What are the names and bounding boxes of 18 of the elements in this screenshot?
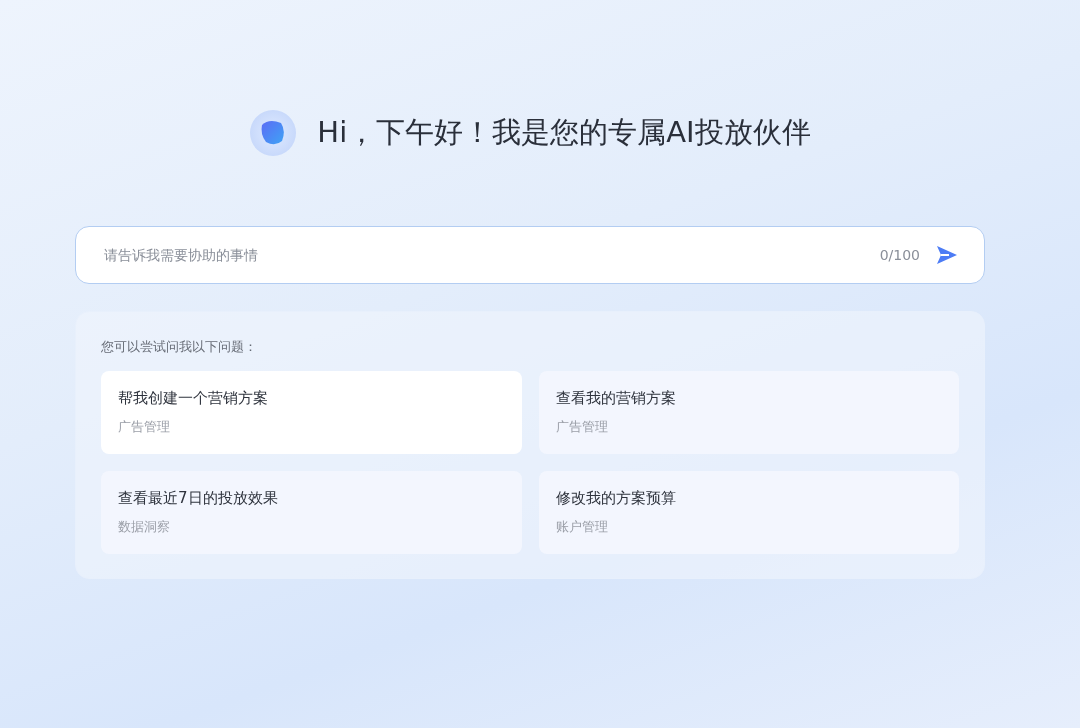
message-input-field[interactable]: 请告诉我需要协助的事情 <box>102 246 864 264</box>
suggestion-category: 数据洞察 <box>118 518 171 536</box>
suggestion-category: 账户管理 <box>555 518 609 536</box>
suggestion-category: 广告管理 <box>118 418 171 436</box>
sphere-logo-icon <box>249 109 298 157</box>
suggestion-card[interactable]: 修改我的方案预算 账户管理 <box>538 471 959 554</box>
suggestion-card[interactable]: 查看我的营销方案 广告管理 <box>538 371 959 454</box>
suggestions-heading: 您可以尝试问我以下问题： <box>101 338 258 356</box>
send-icon[interactable] <box>936 245 958 265</box>
greeting-title: Hi，下午好！我是您的专属AI投放伙伴 <box>317 114 811 151</box>
suggestion-title: 修改我的方案预算 <box>555 489 677 508</box>
suggestion-title: 帮我创建一个营销方案 <box>118 389 269 408</box>
suggestion-card[interactable]: 帮我创建一个营销方案 广告管理 <box>101 371 522 454</box>
character-counter: 0/100 <box>879 247 920 263</box>
suggestion-title: 查看最近7日的投放效果 <box>118 489 279 508</box>
suggestion-category: 广告管理 <box>555 418 609 436</box>
suggestion-title: 查看我的营销方案 <box>555 389 677 408</box>
suggestion-card[interactable]: 查看最近7日的投放效果 数据洞察 <box>101 471 522 554</box>
